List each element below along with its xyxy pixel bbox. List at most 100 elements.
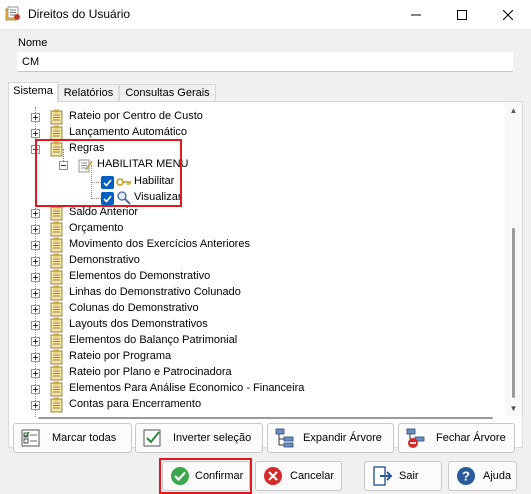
tree-item-contas-encerramento[interactable]: Contas para Encerramento (21, 397, 501, 413)
svg-text:?: ? (462, 469, 470, 484)
tab-sistema[interactable]: Sistema (8, 82, 58, 103)
document-icon (50, 349, 63, 365)
document-icon (50, 109, 63, 125)
tree-item-label: Elementos do Balanço Patrimonial (69, 334, 238, 346)
tree-item-label: Movimento dos Exercícios Anteriores (69, 238, 250, 250)
document-icon (50, 253, 63, 269)
tree-item-label: Rateio por Centro de Custo (69, 110, 203, 122)
collapse-icon[interactable] (31, 145, 40, 154)
document-icon (50, 365, 63, 381)
app-icon (5, 6, 20, 21)
vertical-scrollbar[interactable]: ▲ ▼ (505, 103, 522, 416)
tree-item-colunas-demonstrativo[interactable]: Colunas do Demonstrativo (21, 301, 501, 317)
expand-icon[interactable] (31, 289, 40, 298)
ajuda-button[interactable]: ? Ajuda (448, 461, 517, 491)
sair-label: Sair (399, 470, 419, 482)
close-button[interactable] (485, 0, 531, 30)
expand-icon[interactable] (31, 273, 40, 282)
expand-icon[interactable] (31, 353, 40, 362)
expand-icon[interactable] (31, 241, 40, 250)
document-icon (50, 333, 63, 349)
tree-item-habilitar[interactable]: Habilitar (21, 174, 501, 190)
tree-item-label: Orçamento (69, 222, 124, 234)
tree-collapse-icon (406, 428, 425, 448)
tab-relatorios[interactable]: Relatórios (58, 84, 119, 102)
tree-item-label: Habilitar (134, 175, 175, 187)
tree-item-movimento-exercicios[interactable]: Movimento dos Exercícios Anteriores (21, 237, 501, 253)
expand-icon[interactable] (31, 369, 40, 378)
scroll-up-icon[interactable]: ▲ (509, 106, 518, 115)
tree-item-elementos-balanco[interactable]: Elementos do Balanço Patrimonial (21, 333, 501, 349)
inverter-selecao-button[interactable]: Inverter seleção (135, 423, 263, 453)
expand-icon[interactable] (31, 401, 40, 410)
visualizar-checkbox[interactable] (101, 192, 114, 205)
horizontal-scrollbar-thumb[interactable] (38, 417, 493, 419)
tree-item-label: Linhas do Demonstrativo Colunado (69, 286, 241, 298)
tree-item-label: Visualizar (134, 191, 182, 203)
tree-item-rateio-centro-custo[interactable]: Rateio por Centro de Custo (21, 109, 501, 125)
document-icon (50, 237, 63, 253)
horizontal-scrollbar[interactable] (10, 416, 505, 421)
expand-icon[interactable] (31, 337, 40, 346)
check-box-icon (143, 429, 161, 447)
minimize-icon (411, 14, 421, 16)
scroll-down-icon[interactable]: ▼ (509, 404, 518, 413)
minimize-button[interactable] (393, 0, 439, 30)
permissions-tree[interactable]: Rateio por Centro de Custo Lançamento Au… (21, 107, 505, 417)
tree-item-label: Colunas do Demonstrativo (69, 302, 199, 314)
tree-item-linhas-demonstrativo[interactable]: Linhas do Demonstrativo Colunado (21, 285, 501, 301)
tree-item-elementos-demonstrativo[interactable]: Elementos do Demonstrativo (21, 269, 501, 285)
confirmar-button[interactable]: Confirmar (162, 461, 250, 491)
expand-icon[interactable] (31, 225, 40, 234)
window-title: Direitos do Usuário (28, 7, 131, 21)
expandir-arvore-label: Expandir Árvore (303, 432, 382, 444)
maximize-icon (457, 10, 467, 20)
tree-item-demonstrativo[interactable]: Demonstrativo (21, 253, 501, 269)
sair-button[interactable]: Sair (364, 461, 442, 491)
maximize-button[interactable] (439, 0, 485, 30)
tab-consultas-gerais[interactable]: Consultas Gerais (119, 84, 216, 102)
expand-icon[interactable] (31, 385, 40, 394)
collapse-icon[interactable] (59, 161, 68, 170)
tree-item-regras[interactable]: Regras (21, 141, 501, 157)
scrollbar-thumb[interactable] (512, 228, 515, 398)
tree-item-orcamento[interactable]: Orçamento (21, 221, 501, 237)
expand-icon[interactable] (31, 209, 40, 218)
exit-door-icon (373, 466, 393, 486)
checklist-icon (21, 429, 40, 447)
document-icon (50, 141, 63, 157)
tree-item-label: Elementos Para Análise Economico - Finan… (69, 382, 305, 394)
tree-item-label: Elementos do Demonstrativo (69, 270, 211, 282)
tree-item-rateio-plano[interactable]: Rateio por Plano e Patrocinadora (21, 365, 501, 381)
habilitar-checkbox[interactable] (101, 176, 114, 189)
tree-item-layouts-demonstrativos[interactable]: Layouts dos Demonstrativos (21, 317, 501, 333)
expand-icon[interactable] (31, 113, 40, 122)
tree-item-rateio-programa[interactable]: Rateio por Programa (21, 349, 501, 365)
confirm-check-icon (171, 467, 189, 485)
magnifier-icon (117, 191, 131, 205)
expandir-arvore-button[interactable]: Expandir Árvore (267, 423, 394, 453)
cancelar-button[interactable]: Cancelar (255, 461, 342, 491)
close-icon (503, 10, 513, 20)
tree-item-habilitar-menu[interactable]: HABILITAR MENU (21, 157, 501, 173)
nome-field[interactable]: CM (17, 52, 513, 72)
document-icon (50, 125, 63, 141)
expand-icon[interactable] (31, 129, 40, 138)
nome-label: Nome (18, 37, 48, 49)
tree-item-visualizar[interactable]: Visualizar (21, 190, 501, 206)
expand-icon[interactable] (31, 257, 40, 266)
ajuda-label: Ajuda (483, 470, 512, 482)
expand-icon[interactable] (31, 321, 40, 330)
tree-item-saldo-anterior[interactable]: Saldo Anterior (21, 205, 501, 221)
help-icon: ? (457, 467, 475, 485)
fechar-arvore-button[interactable]: Fechar Árvore (398, 423, 515, 453)
dialog-body: Nome CM Sistema Relatórios Consultas Ger… (0, 30, 531, 494)
tab-panel-sistema: Rateio por Centro de Custo Lançamento Au… (8, 101, 523, 448)
tree-item-lancamento-automatico[interactable]: Lançamento Automático (21, 125, 501, 141)
expand-icon[interactable] (31, 305, 40, 314)
tree-item-elementos-analise[interactable]: Elementos Para Análise Economico - Finan… (21, 381, 501, 397)
document-icon (50, 269, 63, 285)
marcar-todas-button[interactable]: Marcar todas (13, 423, 132, 453)
checkmark-icon (103, 179, 112, 187)
document-icon (50, 301, 63, 317)
